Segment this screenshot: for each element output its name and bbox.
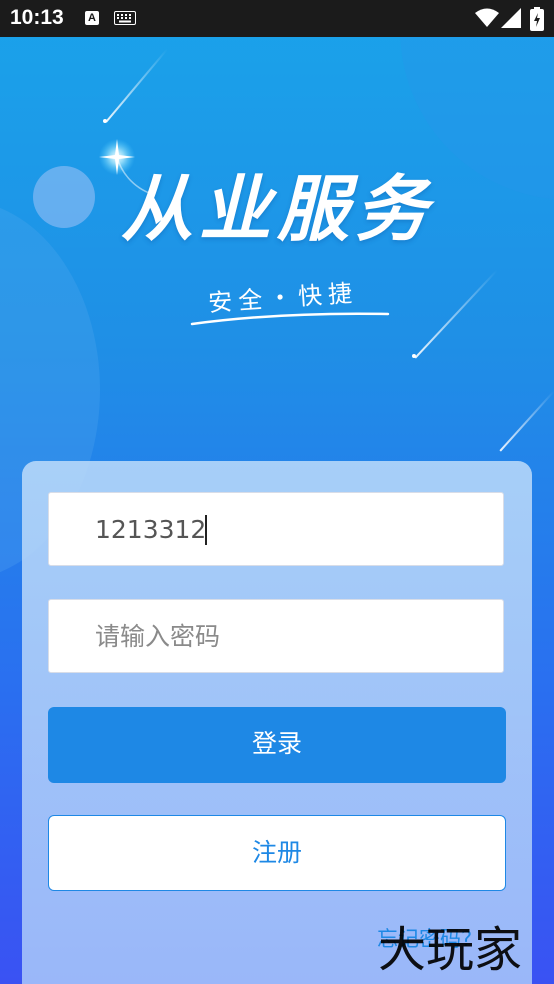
password-field[interactable] (48, 599, 504, 673)
subtitle-swoosh-decoration (190, 312, 390, 326)
username-field[interactable] (48, 492, 504, 566)
watermark-logo: 大玩家 (378, 922, 523, 978)
hero-title: 从业服务 (120, 167, 433, 251)
password-input[interactable] (95, 600, 485, 672)
light-streak (105, 48, 168, 123)
text-cursor (205, 515, 207, 545)
app-screen: 从业服务 安全・快捷 10:13 A 1213312 登录 注册 忘记密码? 大… (0, 0, 554, 984)
status-bar: 10:13 A (0, 0, 554, 37)
wifi-icon (475, 8, 499, 27)
username-input[interactable] (95, 493, 485, 565)
light-streak (499, 390, 554, 452)
sparkle-dot (412, 354, 416, 358)
a-icon: A (85, 11, 99, 25)
signal-icon (501, 8, 521, 28)
status-time: 10:13 (10, 6, 64, 29)
login-panel: 登录 注册 忘记密码? (22, 461, 532, 984)
register-button[interactable]: 注册 (48, 815, 506, 891)
keyboard-icon (114, 11, 136, 25)
light-streak (414, 269, 498, 359)
login-button[interactable]: 登录 (48, 707, 506, 783)
battery-icon (530, 7, 544, 31)
sparkle-dot (103, 119, 107, 123)
